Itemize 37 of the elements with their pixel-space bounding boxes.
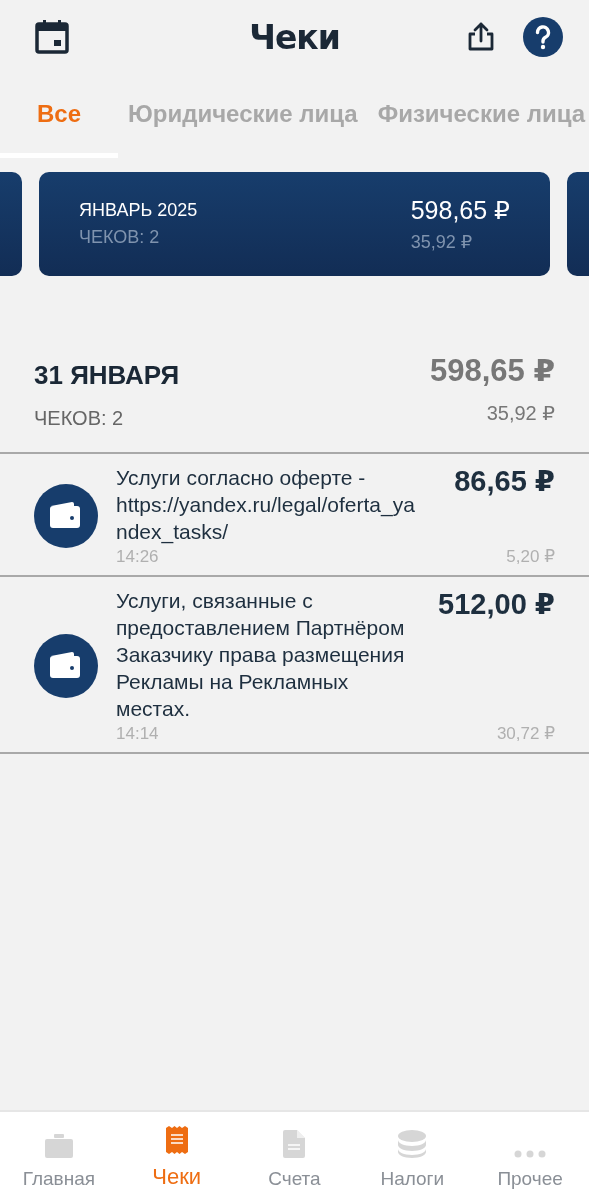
receipt-description: Услуги согласно оферте - https://yandex.ru/legal/oferta_yandex_tasks/: [116, 465, 416, 545]
document-icon: [283, 1130, 306, 1158]
day-tax: 35,92 ₽: [486, 401, 555, 425]
filter-tab[interactable]: Физические лица: [367, 74, 589, 158]
wallet-icon: [34, 633, 98, 698]
calendar-icon[interactable]: [34, 19, 70, 55]
receipt-amount: 86,65 ₽: [454, 464, 555, 498]
nav-item[interactable]: Чеки: [117, 1112, 236, 1200]
help-icon[interactable]: [523, 17, 563, 57]
receipt-count: ЧЕКОВ: 2: [34, 407, 125, 430]
receipt-row[interactable]: Услуги согласно оферте - https://yandex.ru/legal/oferta_yandex_tasks/ 14:26 86,65 ₽ 5,20 ₽: [0, 454, 589, 577]
receipt-row[interactable]: Услуги, связанные с предоставлением Партнёром Заказчику права размещения Рекламы на Рекламных местах. 14:14 512,00 ₽ 30,72 ₽: [0, 577, 589, 754]
briefcase-icon: [44, 1134, 73, 1158]
receipt-icon: [165, 1126, 188, 1154]
wallet-icon: [34, 483, 98, 548]
day-date: 31 ЯНВАРЯ: [34, 360, 180, 391]
receipt-description: Услуги, связанные с предоставлением Партнёром Заказчику права размещения Рекламы на Рекламных местах.: [116, 588, 406, 722]
month-tax: 35,92 ₽: [410, 230, 473, 253]
nav-item[interactable]: Главная: [0, 1112, 118, 1200]
nav-item[interactable]: Прочее: [471, 1112, 589, 1200]
coins-icon: [398, 1130, 427, 1158]
nav-item[interactable]: Налоги: [353, 1112, 472, 1200]
receipt-time: 14:14: [116, 724, 160, 744]
filter-tab[interactable]: Юридические лица: [118, 74, 368, 158]
nav-item[interactable]: Счета: [235, 1112, 354, 1200]
receipt-tax: 5,20 ₽: [506, 546, 555, 567]
receipt-count: ЧЕКОВ: 2: [79, 227, 161, 248]
receipt-amount: 512,00 ₽: [438, 587, 555, 621]
receipt-time: 14:26: [116, 547, 160, 567]
month-card[interactable]: ЯНВАРЬ 2025 ЧЕКОВ: 2 598,65 ₽ 35,92 ₽: [39, 172, 550, 276]
more-icon: [514, 1150, 547, 1158]
receipt-tax: 30,72 ₽: [496, 723, 555, 744]
filter-tab[interactable]: Все: [0, 74, 119, 158]
day-total: 598,65 ₽: [430, 352, 555, 389]
month-title: ЯНВАРЬ 2025: [79, 200, 198, 221]
month-total: 598,65 ₽: [410, 195, 510, 225]
screen-title: Чеки: [249, 17, 340, 57]
